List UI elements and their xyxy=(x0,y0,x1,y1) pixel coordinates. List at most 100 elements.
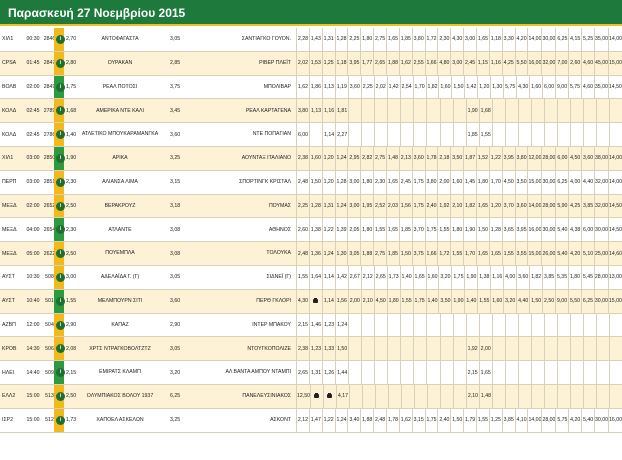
odd-cell[interactable]: 2,38 xyxy=(296,146,309,170)
table-row[interactable]: ΙΣΡ2 15:00 512 i 1,73 ΧΑΠΟΕΛ ΑΣΚΕΛΩΝ 3,25 ΑΣΚΟΝ… xyxy=(0,408,622,433)
odd-cell[interactable]: 1,85 xyxy=(386,242,399,265)
home-odd[interactable]: 2,50 xyxy=(66,385,78,408)
odd-cell[interactable]: 4,60 xyxy=(581,51,594,75)
odd-cell[interactable]: 28,00 xyxy=(541,408,555,432)
odd-cell[interactable]: 14,00 xyxy=(608,170,622,194)
odd-cell[interactable]: 1,60 xyxy=(529,75,542,99)
odd-cell[interactable]: 32,00 xyxy=(541,51,555,75)
odd-cell[interactable]: 3,30 xyxy=(501,28,515,51)
odd-cell[interactable]: 30,00 xyxy=(593,289,608,313)
odd-cell[interactable]: 14,00 xyxy=(608,146,622,170)
odd-cell[interactable]: 3,95 xyxy=(501,146,515,170)
odd-cell[interactable]: 4,00 xyxy=(568,170,581,194)
odd-cell[interactable]: 1,75 xyxy=(424,408,438,432)
odd-cell[interactable] xyxy=(426,337,439,361)
odd-cell[interactable] xyxy=(556,337,570,361)
odd-cell[interactable]: 1,85 xyxy=(398,28,412,51)
odd-cell[interactable]: 2,48 xyxy=(373,408,386,432)
odd-cell[interactable]: 13,00 xyxy=(607,265,622,289)
odd-cell[interactable]: 4,50 xyxy=(501,170,515,194)
odd-cell[interactable]: 1,33 xyxy=(322,337,335,361)
info-icon[interactable]: i xyxy=(56,177,65,187)
odd-cell[interactable] xyxy=(530,99,544,123)
odd-cell[interactable]: 1,60 xyxy=(438,75,451,99)
odd-cell[interactable]: 2,75 xyxy=(373,28,386,51)
odd-cell[interactable]: 3,40 xyxy=(347,408,360,432)
odd-cell[interactable] xyxy=(609,313,622,337)
lock-icon[interactable] xyxy=(308,289,322,313)
odd-cell[interactable] xyxy=(608,384,622,408)
odd-cell[interactable]: 5,75 xyxy=(555,408,568,432)
odd-cell[interactable]: 1,24 xyxy=(334,146,348,170)
table-row[interactable]: ΜΕΞΔ 05:00 2622 i 2,50 ΠΟΥΕΜΠΛΑ 3,08 ΤΟΛΟΥΚΑ 2,4… xyxy=(0,242,622,266)
odd-cell[interactable]: 1,42 xyxy=(334,265,348,289)
odd-cell[interactable]: 1,75 xyxy=(411,170,425,194)
odd-cell[interactable] xyxy=(426,313,439,337)
odd-cell[interactable]: 1,90 xyxy=(463,218,476,242)
odd-cell[interactable] xyxy=(491,99,505,123)
odd-cell[interactable]: 1,23 xyxy=(309,337,322,361)
odd-cell[interactable] xyxy=(413,123,426,146)
odd-cell[interactable]: 3,00 xyxy=(347,170,360,194)
odd-cell[interactable]: 1,77 xyxy=(360,51,373,75)
odd-cell[interactable]: 1,20 xyxy=(477,75,490,99)
odd-cell[interactable]: 2,15 xyxy=(465,361,479,384)
odd-cell[interactable] xyxy=(478,313,492,337)
odd-cell[interactable]: 1,66 xyxy=(424,51,438,75)
odd-cell[interactable]: 4,20 xyxy=(514,28,528,51)
odd-cell[interactable]: 1,22 xyxy=(488,146,502,170)
odd-cell[interactable] xyxy=(543,313,557,337)
odd-cell[interactable]: 1,75 xyxy=(412,289,426,313)
odd-cell[interactable]: 4,50 xyxy=(373,289,387,313)
odd-cell[interactable]: 5,50 xyxy=(514,51,528,75)
home-odd[interactable]: 2,15 xyxy=(66,361,78,384)
odd-cell[interactable]: 5,25 xyxy=(581,28,594,51)
odd-cell[interactable] xyxy=(504,123,518,146)
odd-cell[interactable]: 3,85 xyxy=(581,194,594,218)
odd-cell[interactable]: 5,40 xyxy=(555,218,568,242)
odd-cell[interactable]: 1,31 xyxy=(321,194,335,218)
odd-cell[interactable]: 4,30 xyxy=(450,28,463,51)
odd-cell[interactable] xyxy=(556,99,570,123)
odd-cell[interactable]: 3,60 xyxy=(581,146,594,170)
odd-cell[interactable] xyxy=(569,313,583,337)
odd-cell[interactable] xyxy=(583,99,596,123)
odd-cell[interactable]: 32,00 xyxy=(594,194,608,218)
draw-odd[interactable]: 3,60 xyxy=(170,123,186,146)
info-icon[interactable]: i xyxy=(56,272,65,282)
odd-cell[interactable]: 1,55 xyxy=(478,123,492,146)
odd-cell[interactable] xyxy=(596,361,609,384)
odd-cell[interactable]: 14,60 xyxy=(608,242,622,265)
odd-cell[interactable]: 1,80 xyxy=(568,265,581,289)
odd-cell[interactable]: 1,82 xyxy=(529,265,542,289)
home-odd[interactable]: 2,80 xyxy=(66,52,78,75)
odd-cell[interactable] xyxy=(452,313,466,337)
odd-cell[interactable]: 4,38 xyxy=(568,218,581,242)
odd-cell[interactable] xyxy=(374,313,387,337)
odd-cell[interactable]: 9,00 xyxy=(555,75,568,99)
odd-cell[interactable]: 38,00 xyxy=(594,146,608,170)
odd-cell[interactable] xyxy=(361,313,374,337)
odd-cell[interactable]: 1,72 xyxy=(437,242,450,265)
odd-cell[interactable]: 3,00 xyxy=(450,51,463,75)
lock-icon[interactable] xyxy=(322,384,336,408)
odd-cell[interactable] xyxy=(595,384,609,408)
odd-cell[interactable] xyxy=(609,337,622,361)
odd-cell[interactable]: 2,60 xyxy=(568,51,581,75)
odd-cell[interactable]: 25,00 xyxy=(594,242,608,265)
odd-cell[interactable] xyxy=(387,384,401,408)
table-row[interactable]: ΑΖΒΠ 12:00 504 i 2,90 ΚΑΠΑΖ 2,90 ΙΝΤΕΡ ΜΠΑΚΟΥ 2,… xyxy=(0,313,622,338)
table-row[interactable]: ΠΕΡΠ 03:00 2851 i 2,30 ΑΛΙΑΝΣΑ ΛΙΜΑ 3,15 ΣΠΟΡΤΙ… xyxy=(0,170,622,195)
info-icon[interactable]: i xyxy=(56,35,65,44)
odd-cell[interactable]: 3,50 xyxy=(450,146,463,170)
odd-cell[interactable] xyxy=(309,123,322,146)
odd-cell[interactable] xyxy=(596,123,609,146)
odd-cell[interactable]: 14,00 xyxy=(608,28,622,51)
odd-cell[interactable]: 4,17 xyxy=(335,384,349,408)
odd-cell[interactable] xyxy=(504,313,518,337)
home-odd[interactable]: 3,00 xyxy=(66,266,78,289)
odd-cell[interactable]: 2,50 xyxy=(542,289,555,313)
odd-cell[interactable]: 1,64 xyxy=(308,265,322,289)
draw-odd[interactable]: 3,08 xyxy=(170,242,186,265)
odd-cell[interactable]: 16,00 xyxy=(527,51,541,75)
